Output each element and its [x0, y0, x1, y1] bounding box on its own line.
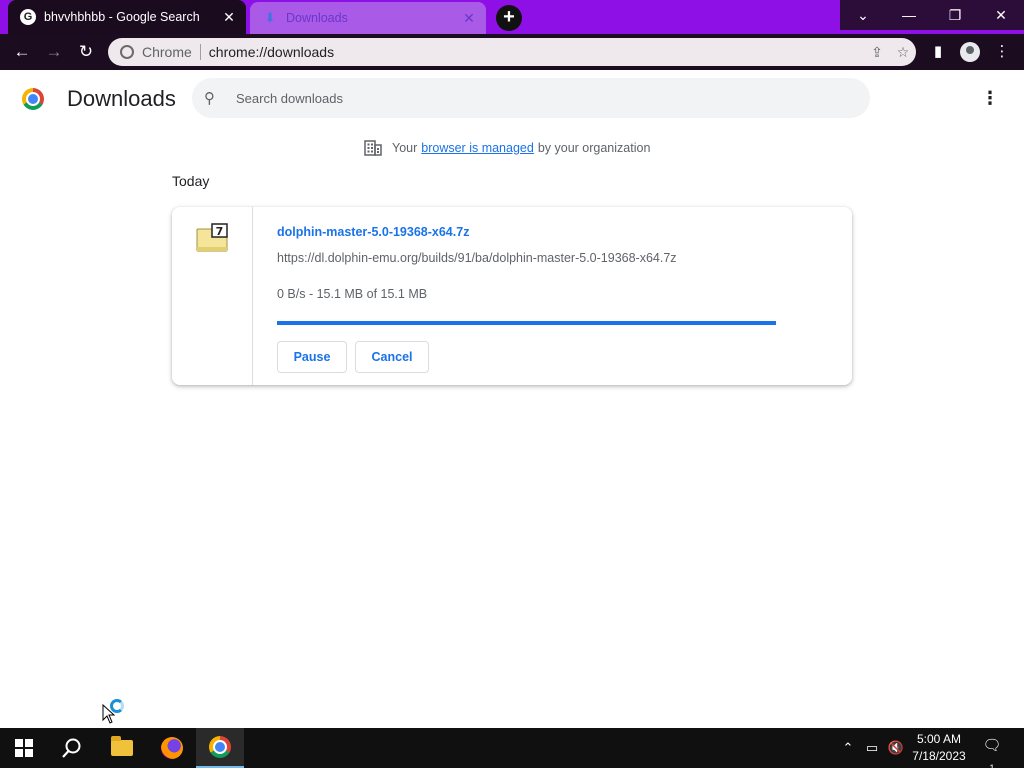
notification-center-icon[interactable]: 🗨1: [980, 736, 1004, 773]
restore-button[interactable]: ❐: [932, 0, 978, 30]
start-button[interactable]: [0, 728, 48, 768]
divider: [199, 44, 201, 60]
volume-muted-icon[interactable]: 🔇: [884, 740, 908, 756]
show-hidden-icons-chevron-icon[interactable]: ⌃: [836, 740, 860, 756]
download-item-card: 7 dolphin-master-5.0-19368-x64.7z https:…: [172, 207, 852, 385]
site-chip: Chrome: [142, 44, 192, 60]
forward-button[interactable]: →: [40, 38, 68, 66]
clock[interactable]: 5:00 AM 7/18/2023: [906, 731, 972, 765]
search-input[interactable]: [236, 90, 836, 106]
notification-count: 1: [989, 763, 995, 773]
managed-notice: Your browser is managed by your organiza…: [364, 140, 650, 156]
tab-google-search[interactable]: G bhvvhbhbb - Google Search ✕: [8, 0, 246, 34]
bookmark-star-icon[interactable]: ☆: [890, 44, 916, 61]
page-title: Downloads: [67, 86, 176, 111]
system-tray: ⌃ ▭ 🔇: [836, 728, 908, 768]
busy-spinner-icon: [110, 699, 124, 713]
windows-taskbar: ⌃ ▭ 🔇 5:00 AM 7/18/2023 🗨1: [0, 728, 1024, 773]
svg-text:7: 7: [216, 225, 224, 238]
file-source-url[interactable]: https://dl.dolphin-emu.org/builds/91/ba/…: [277, 251, 677, 265]
cancel-button[interactable]: Cancel: [355, 341, 429, 373]
clock-date: 7/18/2023: [912, 749, 966, 763]
profile-avatar[interactable]: [956, 38, 984, 66]
download-icon: ⬇: [264, 10, 276, 25]
new-tab-button[interactable]: +: [496, 5, 522, 31]
close-tab-icon[interactable]: ✕: [460, 9, 478, 27]
managed-text-before: Your: [392, 141, 418, 155]
file-explorer-icon[interactable]: [98, 728, 146, 768]
back-button[interactable]: ←: [8, 38, 36, 66]
network-icon[interactable]: ▭: [860, 740, 884, 756]
firefox-icon[interactable]: [148, 728, 196, 768]
date-section-heading: Today: [172, 173, 210, 189]
reload-button[interactable]: ↻: [72, 38, 100, 66]
search-icon: ⚲: [204, 90, 215, 107]
tab-title: Downloads: [286, 11, 348, 25]
pause-button[interactable]: Pause: [277, 341, 347, 373]
browser-toolbar: ← → ↻ Chrome chrome://downloads ⇪ ☆ ▮ ⋮: [0, 34, 1024, 70]
browser-managed-link[interactable]: browser is managed: [421, 141, 534, 155]
minimize-button[interactable]: —: [886, 0, 932, 30]
more-actions-icon[interactable]: ⋮: [978, 86, 1002, 110]
chrome-taskbar-icon[interactable]: [196, 728, 244, 768]
downloads-page: Downloads ⚲ ⋮ Your browser is managed by…: [0, 70, 1024, 728]
managed-text-after: by your organization: [537, 141, 651, 155]
browser-menu-icon[interactable]: ⋮: [988, 38, 1016, 66]
file-icon-column: 7: [172, 207, 253, 385]
close-window-button[interactable]: ✕: [978, 0, 1024, 30]
url-text[interactable]: chrome://downloads: [209, 44, 864, 60]
download-progress-fill: [277, 321, 776, 325]
share-icon[interactable]: ⇪: [864, 44, 890, 61]
taskbar-search-icon[interactable]: [48, 728, 96, 768]
address-bar[interactable]: Chrome chrome://downloads ⇪ ☆: [108, 38, 916, 66]
7z-archive-icon: 7: [196, 223, 228, 252]
building-icon: [364, 140, 382, 156]
search-box[interactable]: ⚲: [192, 78, 870, 118]
file-name-link[interactable]: dolphin-master-5.0-19368-x64.7z: [277, 225, 469, 239]
chrome-logo-icon: [22, 88, 44, 110]
windows-logo-icon: [15, 739, 33, 757]
tab-search-button[interactable]: ⌄: [840, 0, 886, 30]
close-tab-icon[interactable]: ✕: [220, 8, 238, 26]
side-panel-icon[interactable]: ▮: [924, 38, 952, 66]
download-status: 0 B/s - 15.1 MB of 15.1 MB: [277, 287, 428, 301]
google-icon: G: [20, 9, 36, 25]
title-bar: G bhvvhbhbb - Google Search ✕ ⬇ Download…: [0, 0, 1024, 34]
tab-downloads[interactable]: ⬇ Downloads ✕: [250, 2, 486, 34]
chrome-site-icon: [120, 45, 134, 59]
tab-title: bhvvhbhbb - Google Search: [44, 10, 200, 24]
clock-time: 5:00 AM: [916, 732, 962, 746]
download-progress-bar: [277, 321, 776, 325]
